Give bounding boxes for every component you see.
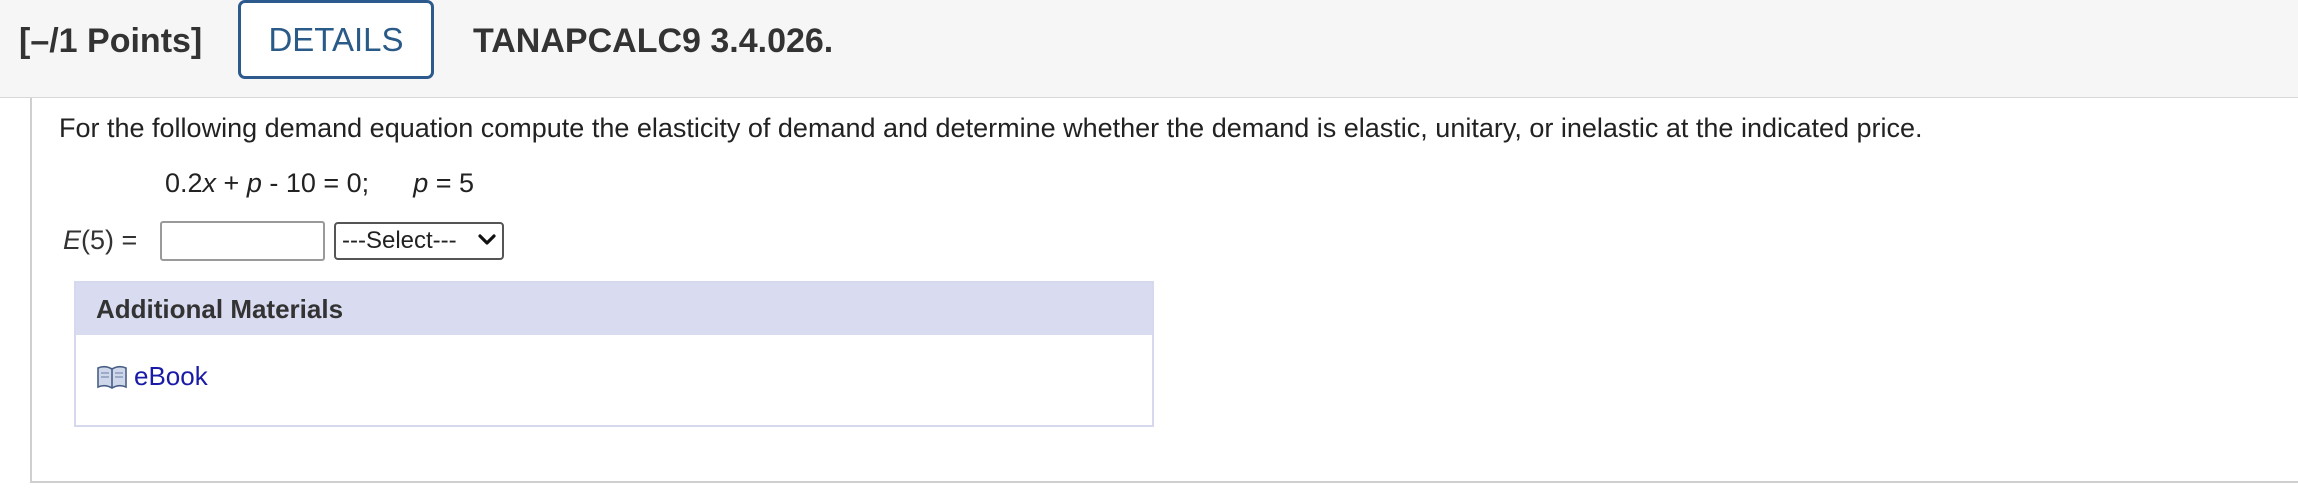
elasticity-input[interactable]	[160, 221, 325, 261]
ebook-label: eBook	[134, 361, 208, 391]
ebook-link[interactable]: eBook	[96, 361, 208, 392]
answer-label: E(5) =	[63, 225, 137, 256]
equation-p: p	[246, 168, 262, 198]
additional-materials-panel: Additional Materials eBook	[74, 281, 1154, 427]
question-header: [–/1 Points] DETAILS TANAPCALC9 3.4.026.	[0, 0, 2298, 98]
question-prompt: For the following demand equation comput…	[59, 113, 1923, 143]
points-label: [–/1 Points]	[19, 22, 203, 60]
demand-equation: 0.2x + p - 10 = 0; p = 5	[165, 168, 474, 199]
equation-p2: p	[413, 168, 429, 198]
demand-type-select[interactable]: ---Select---	[334, 222, 504, 260]
answer-label-arg: (5) =	[81, 225, 138, 255]
equation-coef: 0.2	[165, 168, 203, 198]
chevron-down-icon	[478, 230, 496, 253]
additional-materials-title: Additional Materials	[76, 283, 1152, 335]
equation-rest: - 10 = 0;	[261, 168, 370, 198]
question-id: TANAPCALC9 3.4.026.	[473, 22, 834, 60]
equation-x: x	[202, 168, 217, 198]
answer-label-fn: E	[63, 225, 82, 255]
details-button[interactable]: DETAILS	[238, 0, 434, 79]
equation-price: = 5	[428, 168, 475, 198]
equation-plus: +	[216, 168, 247, 198]
select-value: ---Select---	[342, 227, 457, 254]
open-book-icon	[96, 363, 128, 391]
